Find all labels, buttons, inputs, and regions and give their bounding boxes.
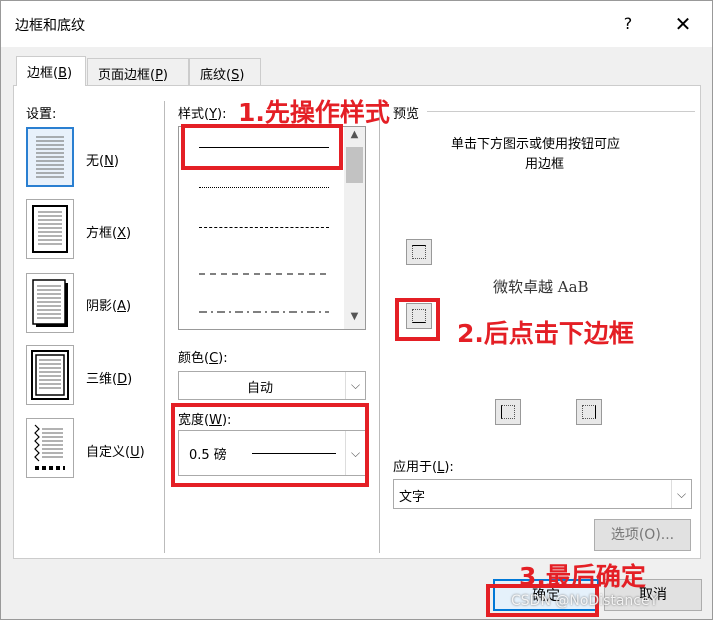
3d-preview-icon [31,350,69,400]
apply-to-value: 文字 [399,490,426,505]
label-text: 自定义( [86,445,131,460]
custom-preview-icon [34,424,65,470]
tab-key: B [58,66,67,81]
label-text: 颜色( [178,351,210,366]
close-button[interactable]: ✕ [663,9,703,39]
color-value: 自动 [247,381,274,396]
left-border-icon [501,405,515,419]
help-button[interactable]: ? [613,9,643,39]
apply-to-label: 应用于(L): [393,456,454,475]
style-label: 样式(Y): [178,103,226,122]
title-bar: 边框和底纹 ? ✕ [1,1,712,47]
column-divider [164,101,165,553]
setting-3d-tile[interactable] [26,345,74,405]
scroll-thumb[interactable] [346,147,363,183]
preview-separator [427,111,695,112]
label-suffix: ) [125,299,132,314]
label-suffix: ): [217,107,227,122]
tab-label: 页面边框( [98,68,156,83]
scroll-down-icon[interactable]: ▼ [344,311,365,322]
scroll-up-icon[interactable]: ▲ [344,129,365,140]
annotation-step1: 1.先操作样式 [238,98,390,127]
label-text: 无( [86,154,105,169]
tab-shading[interactable]: 底纹(S) [189,58,261,86]
annotation-box-bottom-border [395,298,440,341]
left-border-button[interactable] [495,399,521,425]
label-suffix: ) [127,372,133,387]
box-preview-icon [32,205,68,253]
annotation-step3: 3.最后确定 [519,562,646,591]
label-text: 样式( [178,107,210,122]
dialog-title: 边框和底纹 [15,18,85,34]
label-text: 方框( [86,226,118,241]
setting-box-label[interactable]: 方框(X) [86,222,131,241]
annotation-step2: 2.后点击下边框 [457,319,634,348]
none-preview-icon [36,136,64,178]
style-scrollbar[interactable]: ▲ ▼ [344,127,365,329]
color-dropdown[interactable]: 自动 ⌵ [178,371,366,400]
label-key: U [130,445,140,460]
right-border-icon [582,405,596,419]
top-border-icon [412,245,426,259]
label-text: 阴影( [86,299,118,314]
label-key: C [209,351,219,366]
label-key: N [104,154,114,169]
label-suffix: ) [113,154,119,169]
setting-shadow-tile[interactable] [26,273,74,333]
style-option-dashed[interactable] [199,266,331,281]
chevron-down-icon[interactable]: ⌵ [345,372,365,399]
top-border-button[interactable] [406,239,432,265]
tab-suffix: ) [67,66,73,81]
setting-none-label[interactable]: 无(N) [86,150,119,169]
settings-header: 设置: [26,107,57,122]
label-key: A [117,299,126,314]
watermark: CSDN @NoDistanceY [511,593,659,609]
tab-key: P [155,68,163,83]
label-suffix: ): [218,351,228,366]
tab-suffix: ) [162,68,168,83]
annotation-box-width [171,403,369,487]
label-text: 应用于( [393,460,438,475]
options-button[interactable]: 选项(O)... [594,519,691,551]
preview-sample-text: 微软卓越 AaB [493,278,589,296]
tab-label: 边框( [27,66,59,81]
label-suffix: ) [125,226,132,241]
color-label: 颜色(C): [178,347,228,366]
tab-suffix: ) [239,68,245,83]
preview-hint-line1: 单击下方图示或使用按钮可应 [451,137,621,152]
style-option-dash-dot[interactable] [199,304,331,319]
right-border-button[interactable] [576,399,602,425]
label-key: X [117,226,126,241]
label-key: Y [209,107,218,122]
shadow-preview-icon [32,279,68,327]
preview-hint-line2: 用边框 [525,157,565,172]
setting-shadow-label[interactable]: 阴影(A) [86,295,131,314]
setting-custom-label[interactable]: 自定义(U) [86,441,145,460]
tab-page-border[interactable]: 页面边框(P) [87,58,189,86]
borders-shading-dialog: 边框和底纹 ? ✕ 边框(B) 页面边框(P) 底纹(S) 设置: 无(N) 方… [0,0,713,620]
chevron-down-icon[interactable]: ⌵ [671,480,691,508]
label-key: D [117,372,128,387]
setting-custom-tile[interactable] [26,418,74,478]
preview-header: 预览 [393,107,420,122]
column-divider [379,101,380,553]
setting-3d-label[interactable]: 三维(D) [86,368,132,387]
style-option-dotted[interactable] [199,187,329,188]
annotation-box-style [181,124,343,170]
tab-label: 底纹( [200,68,232,83]
label-text: 三维( [86,372,118,387]
label-suffix: ): [444,460,454,475]
style-option-dashed-small[interactable] [199,227,329,228]
apply-to-dropdown[interactable]: 文字 ⌵ [393,479,692,509]
label-suffix: ) [139,445,145,460]
setting-none-tile[interactable] [26,127,74,187]
tab-borders[interactable]: 边框(B) [16,56,86,86]
setting-box-tile[interactable] [26,199,74,259]
